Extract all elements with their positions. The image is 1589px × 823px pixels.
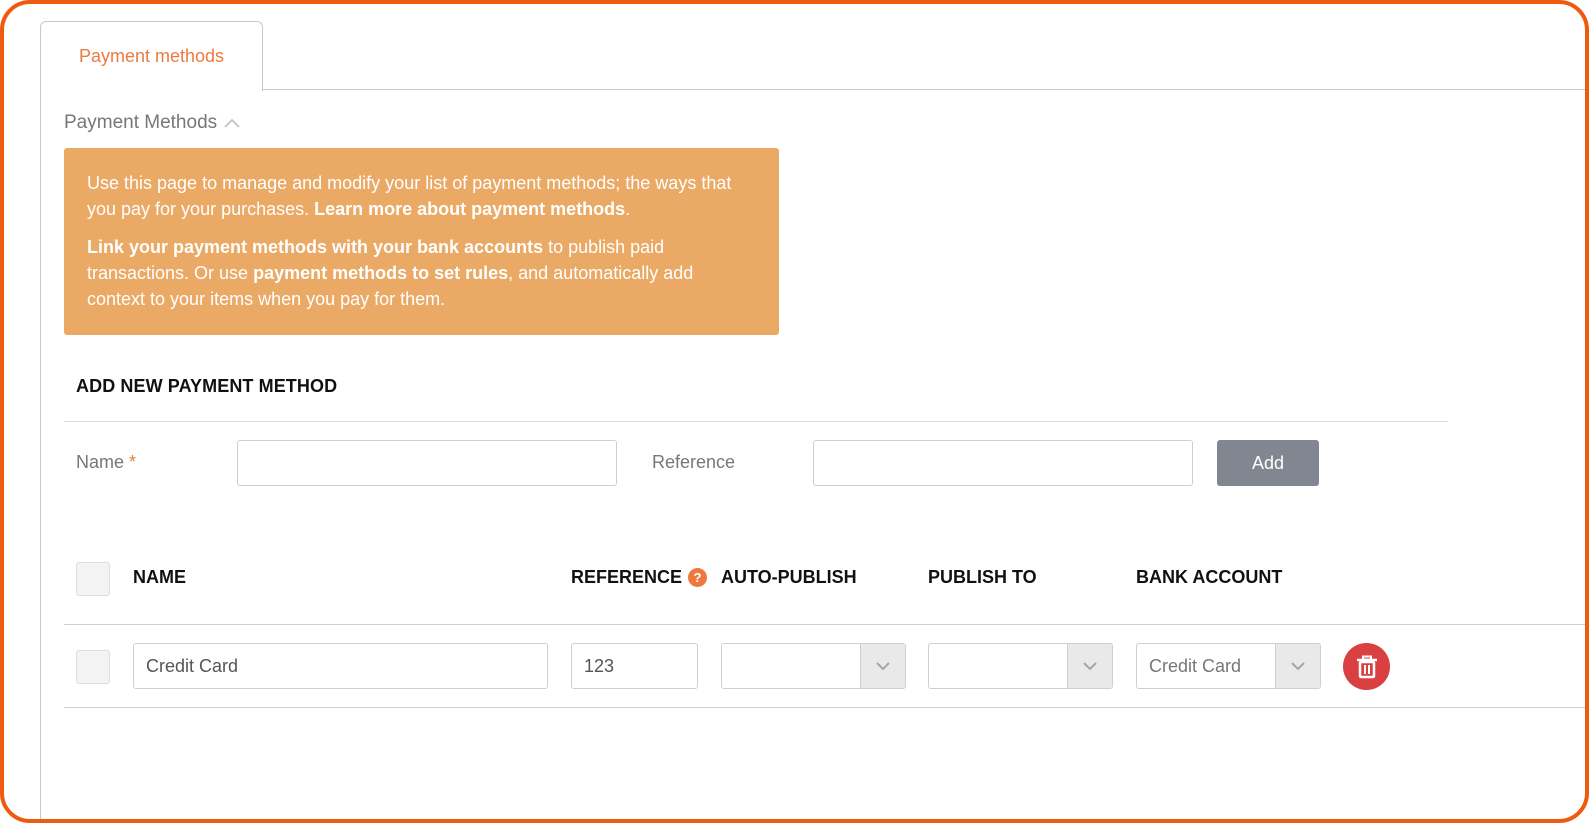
- row-name-input[interactable]: [133, 643, 548, 689]
- divider: [64, 421, 1448, 422]
- info-box: Use this page to manage and modify your …: [64, 148, 779, 335]
- publish-to-value: [929, 644, 1067, 688]
- info-paragraph-1: Use this page to manage and modify your …: [87, 173, 732, 219]
- column-header-auto-publish[interactable]: AUTO-PUBLISH: [721, 567, 857, 588]
- chevron-down-icon: [860, 644, 905, 688]
- reference-label: Reference: [652, 452, 736, 472]
- help-icon[interactable]: ?: [688, 568, 708, 587]
- add-button[interactable]: Add: [1217, 440, 1319, 486]
- auto-publish-value: [722, 644, 860, 688]
- select-all-checkbox[interactable]: [76, 562, 110, 596]
- auto-publish-select[interactable]: [721, 643, 906, 689]
- learn-more-link[interactable]: Learn more about payment methods: [314, 199, 625, 219]
- column-header-reference[interactable]: REFERENCE ?: [571, 567, 708, 588]
- chevron-down-icon: [1275, 644, 1320, 688]
- chevron-down-icon: [1067, 644, 1112, 688]
- row-reference-input[interactable]: [571, 643, 698, 689]
- payment-methods-section-toggle[interactable]: Payment Methods: [64, 112, 241, 134]
- tabs-baseline: [40, 89, 1585, 90]
- link-bank-accounts-link[interactable]: Link your payment methods with your bank…: [87, 237, 543, 257]
- add-payment-method-title: ADD NEW PAYMENT METHOD: [76, 376, 338, 396]
- set-rules-link[interactable]: payment methods to set rules: [253, 263, 508, 283]
- required-mark: *: [129, 452, 137, 472]
- table-divider: [64, 624, 1585, 625]
- column-header-bank-account[interactable]: BANK ACCOUNT: [1136, 567, 1282, 588]
- trash-icon: [1356, 655, 1377, 678]
- name-input[interactable]: [237, 440, 617, 486]
- column-header-name[interactable]: NAME: [133, 567, 186, 588]
- content-border: [40, 90, 41, 819]
- section-title: Payment Methods: [64, 112, 218, 133]
- app-frame: Payment methods Payment Methods Use this…: [0, 0, 1589, 823]
- name-label: Name *: [76, 452, 137, 472]
- row-checkbox[interactable]: [76, 650, 110, 684]
- delete-button[interactable]: [1343, 643, 1390, 690]
- table-divider: [64, 707, 1585, 708]
- chevron-up-icon: [224, 118, 240, 128]
- column-header-publish-to[interactable]: PUBLISH TO: [928, 567, 1037, 588]
- publish-to-select[interactable]: [928, 643, 1113, 689]
- tab-payment-methods[interactable]: Payment methods: [40, 21, 263, 91]
- bank-account-select[interactable]: Credit Card: [1136, 643, 1321, 689]
- info-paragraph-2: Link your payment methods with your bank…: [87, 237, 694, 309]
- reference-input[interactable]: [813, 440, 1193, 486]
- tab-label: Payment methods: [78, 46, 225, 66]
- bank-account-value: Credit Card: [1149, 655, 1242, 676]
